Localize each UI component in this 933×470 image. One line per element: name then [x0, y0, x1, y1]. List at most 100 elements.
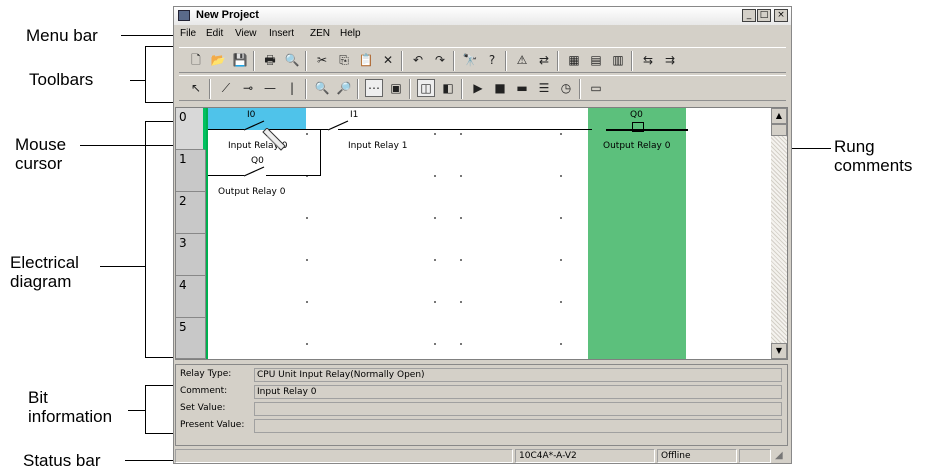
grid-dot: [460, 217, 462, 219]
copy-icon[interactable]: ⎘: [335, 51, 353, 69]
screen-icon[interactable]: ▭: [587, 79, 605, 97]
title-bar[interactable]: New Project _ □ ×: [174, 7, 791, 25]
status-panel-main: [175, 449, 513, 463]
menu-view[interactable]: View: [235, 28, 257, 39]
grid-icon[interactable]: ⋯: [365, 79, 383, 97]
rung0-wire-e: [606, 129, 688, 131]
rung-number-5[interactable]: 5: [176, 318, 206, 359]
present-value-label: Present Value:: [180, 420, 245, 430]
minimize-button[interactable]: _: [742, 9, 756, 22]
electrical-diagram-annotation: Electrical diagram: [10, 253, 79, 291]
rung-number-4[interactable]: 4: [176, 276, 206, 318]
grid-dot: [306, 343, 308, 345]
table-icon[interactable]: ☰: [535, 79, 553, 97]
grid-dot: [460, 301, 462, 303]
compare-icon[interactable]: ▤: [587, 51, 605, 69]
find-icon[interactable]: 🔭: [461, 51, 479, 69]
toolbars-annotation: Toolbars: [29, 70, 94, 89]
toolbars-leader-line: [130, 80, 145, 81]
horizontal-line-icon[interactable]: —: [261, 79, 279, 97]
new-file-icon[interactable]: 🗋: [187, 51, 205, 69]
menu-insert[interactable]: Insert: [269, 28, 294, 39]
grid-dot: [434, 343, 436, 345]
grid-dot: [560, 175, 562, 177]
toolbar-separator: [253, 51, 255, 71]
menu-zen[interactable]: ZEN: [310, 28, 330, 39]
relay-type-row: Relay Type: CPU Unit Input Relay(Normall…: [178, 368, 783, 383]
disconnect-icon[interactable]: ⇉: [661, 51, 679, 69]
bit-information-annotation: Bit information: [28, 388, 113, 426]
paste-icon[interactable]: 📋: [357, 51, 375, 69]
rung-number-1[interactable]: 1: [176, 150, 206, 192]
connect-icon[interactable]: ⇆: [639, 51, 657, 69]
zoom-in-icon[interactable]: 🔍: [313, 79, 331, 97]
maximize-button[interactable]: □: [757, 9, 771, 22]
rung-number-3[interactable]: 3: [176, 234, 206, 276]
select-pointer-icon[interactable]: ↖: [187, 79, 205, 97]
status-bar: 10C4A*-A-V2 Offline ◢: [175, 449, 790, 463]
help-icon[interactable]: ?: [483, 51, 501, 69]
verify-icon[interactable]: ▥: [609, 51, 627, 69]
contact-i1-symbol[interactable]: [326, 120, 352, 132]
menu-edit[interactable]: Edit: [206, 28, 223, 39]
contact-i0-address: I0: [247, 110, 256, 120]
scroll-down-button[interactable]: ▼: [771, 343, 787, 359]
scroll-thumb[interactable]: [771, 124, 787, 136]
rung-number-2[interactable]: 2: [176, 192, 206, 234]
zoom-out-icon[interactable]: 🔎: [335, 79, 353, 97]
ladder-editor[interactable]: 012345 I0 Input Relay 0 I1 Input Relay 1…: [175, 107, 788, 360]
coil-icon[interactable]: ⊸: [239, 79, 257, 97]
electrical-diagram-leader-line: [100, 266, 145, 267]
stop-icon[interactable]: ■: [491, 79, 509, 97]
status-panel-extra: [739, 449, 771, 463]
branch-vertical-wire: [320, 129, 321, 176]
print-icon[interactable]: 🖶: [261, 51, 279, 69]
redo-icon[interactable]: ↷: [431, 51, 449, 69]
timer-icon[interactable]: ◷: [557, 79, 575, 97]
menu-help[interactable]: Help: [340, 28, 361, 39]
cut-icon[interactable]: ✂: [313, 51, 331, 69]
list-view-icon[interactable]: ◧: [439, 79, 457, 97]
contact-icon[interactable]: ⟋: [217, 79, 235, 97]
rung-number-0[interactable]: 0: [176, 108, 206, 150]
run-icon[interactable]: ▶: [469, 79, 487, 97]
warning-icon[interactable]: ⚠: [513, 51, 531, 69]
comment-view-icon[interactable]: ▣: [387, 79, 405, 97]
print-preview-icon[interactable]: 🔍: [283, 51, 301, 69]
grid-dot: [560, 133, 562, 135]
branch-wire-a: [208, 175, 244, 176]
rung0-wire-d: [400, 129, 592, 130]
contact-i1-comment: Input Relay 1: [348, 141, 408, 151]
status-model: 10C4A*-A-V2: [515, 449, 655, 463]
ladder-view-icon[interactable]: ◫: [417, 79, 435, 97]
delete-icon[interactable]: ✕: [379, 51, 397, 69]
scroll-up-button[interactable]: ▲: [771, 108, 787, 124]
undo-icon[interactable]: ↶: [409, 51, 427, 69]
vertical-line-icon[interactable]: |: [283, 79, 301, 97]
close-button[interactable]: ×: [774, 9, 788, 22]
grid-dot: [434, 259, 436, 261]
present-value-value: [254, 419, 782, 433]
contact-q0-symbol[interactable]: [242, 166, 268, 178]
toolbar-separator: [409, 79, 411, 99]
menu-file[interactable]: File: [180, 28, 196, 39]
grid-dot: [306, 259, 308, 261]
open-folder-icon[interactable]: 📂: [209, 51, 227, 69]
comment-label: Comment:: [180, 386, 228, 396]
toolbar-separator: [631, 51, 633, 71]
toolbar-separator: [305, 79, 307, 99]
coil-q0-address: Q0: [630, 110, 643, 120]
resize-grip-icon[interactable]: ◢: [775, 450, 787, 462]
coil-q0-symbol[interactable]: [632, 122, 644, 132]
grid-dot: [434, 175, 436, 177]
standard-toolbar: 🗋 📂 💾 🖶 🔍 ✂ ⎘ 📋 ✕ ↶ ↷ 🔭? ⚠ ⇄ ▦ ▤ ▥ ⇆ ⇉: [179, 47, 786, 73]
monitor-icon[interactable]: ▬: [513, 79, 531, 97]
vertical-scrollbar[interactable]: ▲ ▼: [771, 108, 787, 359]
menu-bar: File Edit View Insert ZEN Help: [174, 25, 791, 43]
rung0-wire-a: [208, 129, 244, 130]
toolbar-separator: [579, 79, 581, 99]
transfer-icon[interactable]: ⇄: [535, 51, 553, 69]
grid-dot: [306, 301, 308, 303]
module-icon[interactable]: ▦: [565, 51, 583, 69]
save-icon[interactable]: 💾: [231, 51, 249, 69]
